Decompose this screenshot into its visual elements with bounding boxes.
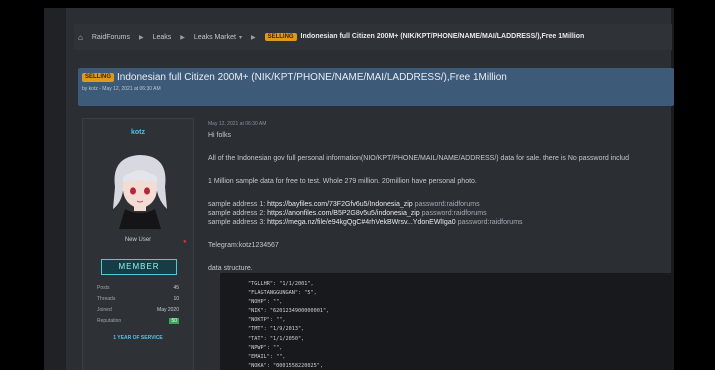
post-intro: All of the Indonesian gov full personal … xyxy=(208,155,629,163)
stat-row: Posts 45 xyxy=(97,285,179,291)
reputation-value[interactable]: 50 xyxy=(169,318,179,324)
forum-window: ⌂ RaidForums ▶ Leaks ▶ Leaks Market ▾ ▶ … xyxy=(44,8,674,370)
breadcrumb-item-leaks[interactable]: Leaks xyxy=(153,34,172,41)
sample-password: password:raidforums xyxy=(414,201,480,209)
sample-line: sample address 3: https://mega.nz/file/e… xyxy=(208,219,674,228)
home-icon[interactable]: ⌂ xyxy=(78,33,83,42)
sample-line: sample address 2: https://anonfiles.com/… xyxy=(208,210,674,219)
thread-header: SELLING Indonesian full Citizen 200M+ (N… xyxy=(78,68,674,106)
chevron-down-icon[interactable]: ▾ xyxy=(239,34,242,41)
author-panel: kotz New User ● MEMBER Posts 45 Threads … xyxy=(82,118,194,370)
member-badge: MEMBER xyxy=(101,259,177,275)
breadcrumb: ⌂ RaidForums ▶ Leaks ▶ Leaks Market ▾ ▶ … xyxy=(74,24,672,50)
sample-label: sample address 1: xyxy=(208,201,266,209)
post-timestamp[interactable]: May 12, 2021 at 06:30 AM xyxy=(208,121,674,127)
stat-row: Threads 10 xyxy=(97,296,179,302)
offline-indicator-icon: ● xyxy=(183,239,187,245)
thread-title-row: SELLING Indonesian full Citizen 200M+ (N… xyxy=(82,72,670,83)
stat-label: Posts xyxy=(97,285,110,291)
post-sample-note: 1 Million sample data for free to test. … xyxy=(208,178,477,186)
author-stats: Posts 45 Threads 10 Joined May 2020 Repu… xyxy=(97,285,179,329)
sample-line: sample address 1: https://bayfiles.com/7… xyxy=(208,201,674,210)
thread-title: Indonesian full Citizen 200M+ (NIK/KPT/P… xyxy=(117,72,507,83)
stat-label: Reputation xyxy=(97,318,122,324)
stat-value: 45 xyxy=(173,285,179,291)
stat-value: 10 xyxy=(173,296,179,302)
post-body: May 12, 2021 at 06:30 AM Hi folks All of… xyxy=(208,118,674,370)
breadcrumb-item-raidforums[interactable]: RaidForums xyxy=(92,34,130,41)
service-award: 1 YEAR OF SERVICE xyxy=(113,335,163,341)
selling-tag: SELLING xyxy=(264,32,297,42)
sample-link[interactable]: https://bayfiles.com/73F2Gfv6u5/Indonesi… xyxy=(267,201,413,208)
thread-meta: by kotz - May 12, 2021 at 06:30 AM xyxy=(82,86,161,92)
chevron-right-icon: ▶ xyxy=(250,34,256,41)
post-greeting: Hi folks xyxy=(208,132,231,140)
post-telegram: Telegram:kotz1234567 xyxy=(208,242,279,250)
breadcrumb-item-leaks-market[interactable]: Leaks Market xyxy=(194,34,236,41)
sample-link[interactable]: https://anonfiles.com/B5P2G8v5u5/indones… xyxy=(267,210,420,217)
avatar[interactable] xyxy=(101,147,179,229)
left-sidebar-strip xyxy=(44,8,66,370)
stat-value: May 2020 xyxy=(157,307,179,313)
stat-row: Joined May 2020 xyxy=(97,307,179,313)
sample-list: sample address 1: https://bayfiles.com/7… xyxy=(208,201,674,228)
code-block: "TGLLHR": "1/1/2001", "FLAGTANGGUNGAN": … xyxy=(220,273,674,370)
author-name[interactable]: kotz xyxy=(83,129,193,136)
sample-password: password:raidforums xyxy=(457,219,523,227)
sample-password: password:raidforums xyxy=(421,210,487,218)
breadcrumb-current-title: Indonesian full Citizen 200M+ (NIK/KPT/P… xyxy=(300,32,585,40)
author-rank: New User xyxy=(124,237,152,243)
sample-label: sample address 3: xyxy=(208,219,266,227)
stat-row: Reputation 50 xyxy=(97,318,179,324)
selling-tag: SELLING xyxy=(82,73,115,82)
chevron-right-icon: ▶ xyxy=(180,34,185,41)
sample-label: sample address 2: xyxy=(208,210,266,218)
chevron-right-icon: ▶ xyxy=(138,34,144,41)
stat-label: Threads xyxy=(97,296,116,302)
stat-label: Joined xyxy=(97,307,112,313)
sample-link[interactable]: https://mega.nz/file/e94kgQgC#4rhVekBWrs… xyxy=(267,219,455,226)
breadcrumb-current: SELLING Indonesian full Citizen 200M+ (N… xyxy=(264,32,585,42)
